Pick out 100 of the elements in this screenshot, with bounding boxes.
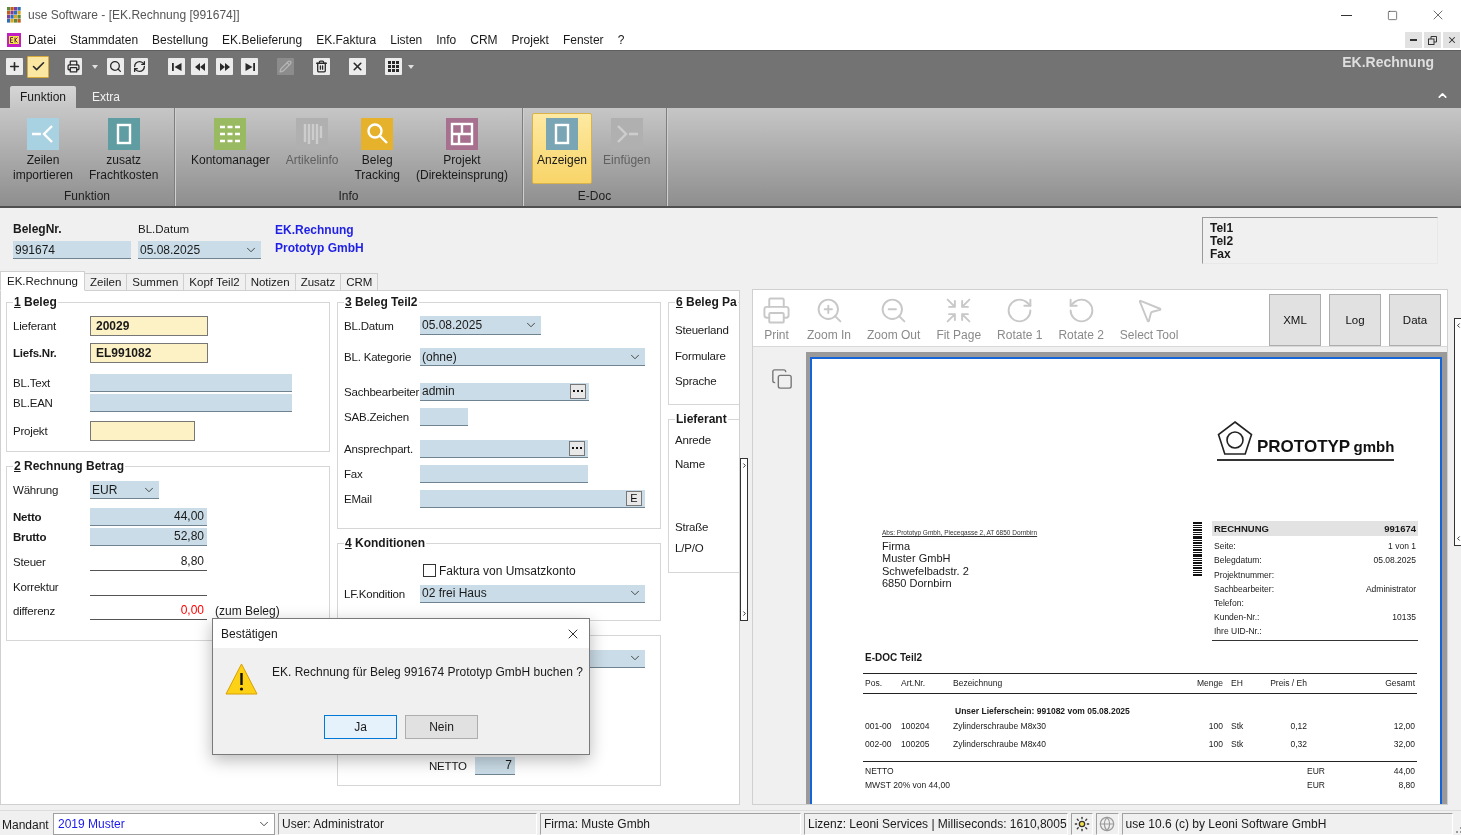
menu-item[interactable]: Datei (21, 30, 63, 50)
ribbon-button[interactable]: Zeilen importieren (8, 113, 78, 184)
minimize-button[interactable] (1405, 32, 1422, 48)
next-button[interactable] (216, 58, 233, 75)
preview-button[interactable]: XML (1269, 294, 1321, 346)
dropdown-field[interactable]: 02 frei Haus (420, 584, 645, 603)
input-field[interactable]: EL991082 (90, 342, 208, 363)
restore-icon (1428, 35, 1437, 45)
input-field[interactable]: 991674 (13, 241, 131, 259)
input-field[interactable] (90, 420, 195, 441)
skip-forward-icon (244, 62, 255, 71)
info-value: Administrator (1365, 583, 1416, 594)
close-button[interactable] (1443, 32, 1460, 48)
menu-item[interactable]: Projekt (504, 30, 556, 50)
cancel-button[interactable] (349, 58, 366, 75)
input-field[interactable]: 8,80 (90, 552, 207, 571)
menu-item[interactable]: EK.Faktura (309, 30, 384, 50)
last-button[interactable] (241, 58, 258, 75)
menu-item[interactable]: Fenster (555, 30, 611, 50)
splitter-handle[interactable] (740, 458, 748, 621)
menu-item[interactable]: EK.Belieferung (215, 30, 310, 50)
info-label: Kunden-Nr.: (1214, 611, 1260, 622)
group-title: Unser Lieferschein: 991082 vom 05.08.2025 (955, 704, 1130, 717)
input-field[interactable] (90, 373, 292, 392)
document-type: EK.Rechnung (275, 222, 355, 239)
status-text: Firma: Muste Gmbh (540, 813, 801, 835)
input-field[interactable]: 44,00 (90, 507, 207, 526)
info-label: Sachbearbeiter: (1214, 583, 1274, 594)
form-tab[interactable]: EK.Rechnung (0, 271, 85, 291)
ribbon-button[interactable]: Kontomanager (186, 113, 275, 184)
input-field[interactable] (420, 464, 588, 483)
address-line: Firma (882, 540, 911, 553)
input-field[interactable] (90, 393, 292, 412)
ribbon-tab[interactable]: Funktion (10, 86, 77, 108)
dialog-button[interactable]: Nein (405, 715, 478, 739)
dropdown-field[interactable]: (ohne) (420, 348, 645, 366)
restore-button[interactable] (1424, 32, 1441, 48)
ellipsis-button[interactable] (569, 440, 585, 456)
search-button[interactable] (107, 58, 124, 75)
ellipsis-button[interactable] (570, 383, 586, 399)
menu-item[interactable]: Bestellung (145, 30, 216, 50)
input-field[interactable]: 52,80 (90, 527, 207, 546)
form-tab[interactable]: CRM (340, 273, 379, 290)
add-button[interactable] (6, 58, 23, 75)
group-label: Funktion (64, 189, 110, 204)
input-field[interactable]: 0,00 (90, 601, 207, 620)
form-tab[interactable]: Kopf Teil2 (183, 273, 246, 290)
menu-item[interactable]: Stammdaten (63, 30, 146, 50)
field-label: Straße (675, 521, 710, 533)
mandant-dropdown[interactable]: 2019 Muster (53, 813, 275, 835)
ribbon-tab[interactable]: Extra (82, 86, 131, 108)
field-label: L/P/O (675, 541, 705, 554)
confirm-button[interactable] (27, 55, 49, 78)
column-header: Preis / Eh (1269, 678, 1308, 689)
refresh-button[interactable] (131, 58, 148, 75)
input-field[interactable] (420, 407, 468, 426)
dropdown-field[interactable]: 05.08.2025 (420, 316, 541, 335)
info-label: Seite: (1214, 541, 1236, 552)
input-field[interactable]: 20029 (90, 316, 208, 336)
first-button[interactable] (168, 58, 185, 75)
input-field[interactable]: 7 (475, 756, 515, 775)
menu-item[interactable]: Info (429, 30, 464, 50)
field-label: Projekt (13, 424, 49, 437)
barcode-icon (1193, 522, 1202, 576)
email-button[interactable]: E (626, 490, 642, 506)
ribbon-button[interactable]: Anzeigen (532, 113, 593, 184)
grid-button[interactable] (385, 58, 402, 75)
delete-button[interactable] (313, 58, 330, 75)
line-chevron-icon (27, 118, 59, 150)
ribbon-button[interactable]: Beleg Tracking (349, 113, 405, 184)
menu-item[interactable]: CRM (463, 30, 505, 50)
print-button[interactable] (65, 58, 82, 75)
lookup-field[interactable]: admin (420, 382, 589, 401)
window-title: use Software - [EK.Rechnung [991674]] (28, 8, 240, 22)
preview-button[interactable]: Data (1389, 294, 1441, 346)
dropdown-field[interactable]: 05.08.2025 (138, 241, 261, 259)
menu-item[interactable]: Listen (383, 30, 430, 50)
ribbon-button[interactable]: Projekt (Direkteinsprung) (411, 113, 514, 184)
menu-item[interactable]: ? (610, 30, 632, 50)
dialog-message: EK. Rechnung für Beleg 991674 Prototyp GmbH buchen ? (272, 664, 583, 680)
preview-button[interactable]: Log (1329, 294, 1381, 346)
copy-pages-icon[interactable] (771, 368, 793, 390)
grid-icon (388, 61, 399, 72)
dialog-button[interactable]: Ja (324, 715, 397, 739)
field-label: Anrede (675, 433, 712, 446)
email-field[interactable]: E (420, 489, 645, 508)
maximize-icon (1386, 9, 1398, 21)
square-outline-icon (546, 118, 578, 150)
checkbox[interactable] (423, 564, 436, 577)
section-title: 4 Konditionen (344, 535, 426, 551)
address-line: Muster GmbH (882, 552, 951, 565)
previous-button[interactable] (191, 58, 208, 75)
printer-icon (67, 60, 80, 73)
lookup-field[interactable] (420, 439, 588, 458)
section-title: 6 Beleg Pa (675, 295, 738, 310)
splitter-handle[interactable] (1454, 318, 1461, 546)
ribbon-button[interactable]: zusatz Frachtkosten (84, 113, 164, 184)
table-cell-text: 100 (1207, 720, 1224, 731)
table-cell-text: Zylinderschraube M8x40 (953, 739, 1048, 750)
dropdown-field[interactable]: EUR (90, 481, 159, 499)
